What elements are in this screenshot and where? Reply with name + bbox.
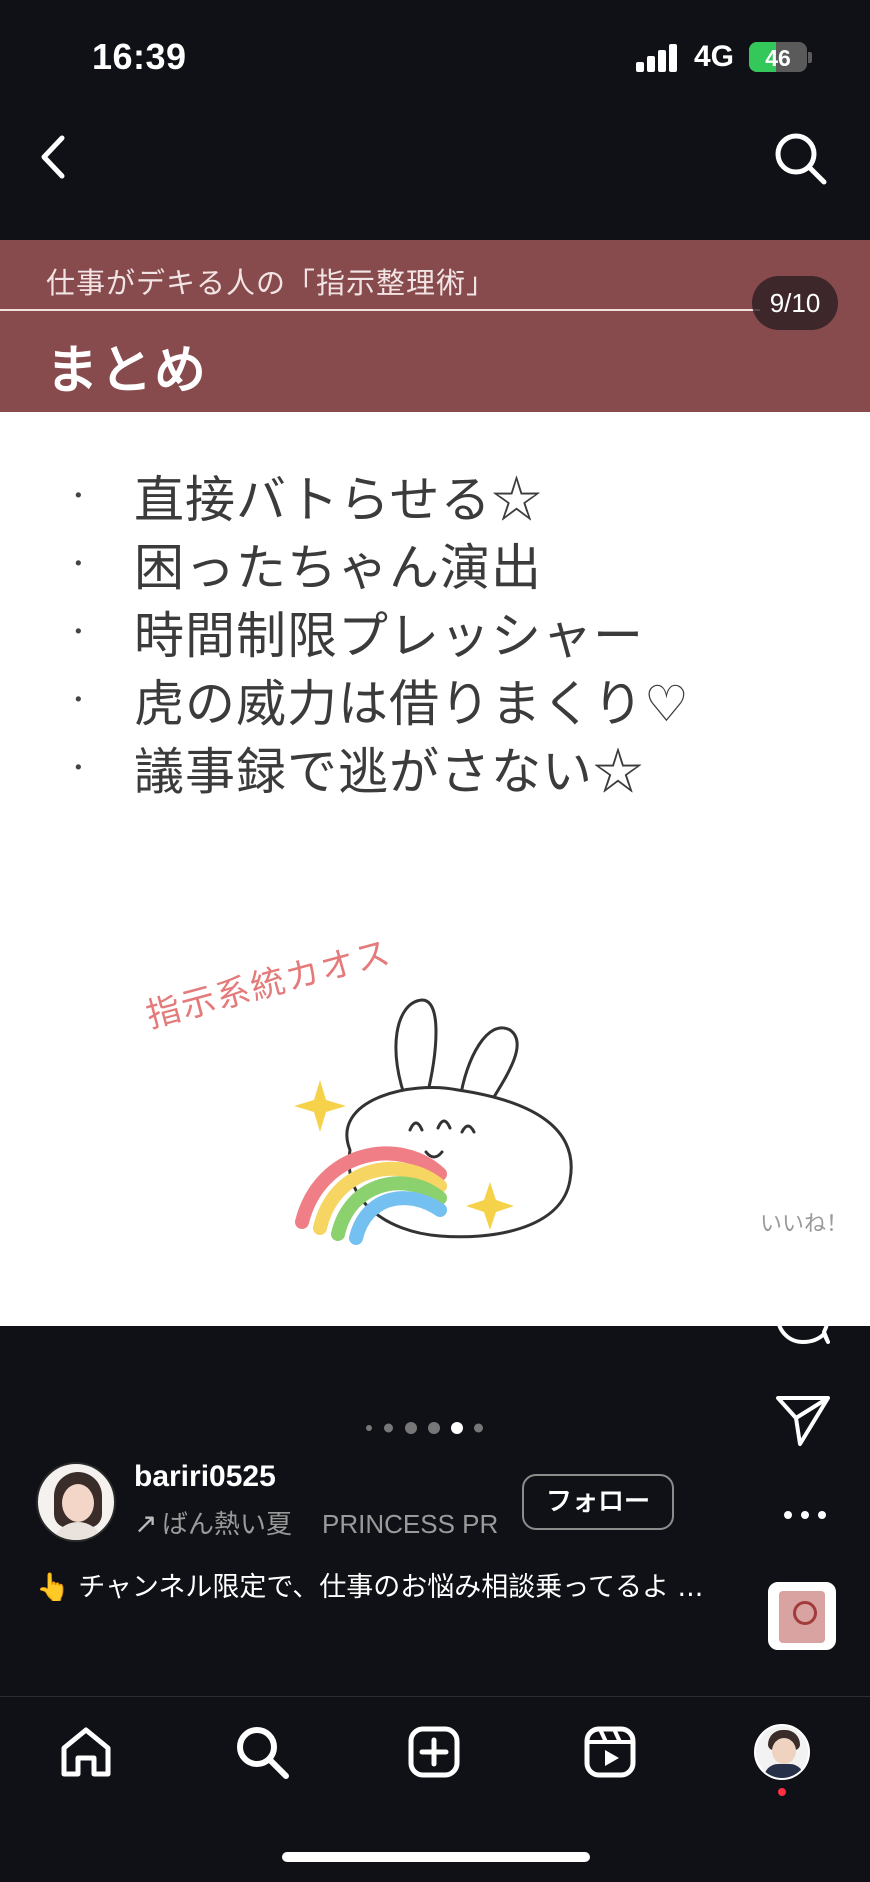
carousel-dot xyxy=(474,1423,483,1433)
list-item: · 困ったちゃん演出 xyxy=(72,530,862,598)
list-item-text: 困ったちゃん演出 xyxy=(134,539,542,597)
heart-icon xyxy=(770,1130,832,1184)
post-image[interactable]: 仕事がデキる人の「指示整理術」 まとめ 9/10 · 直接バトらせる☆ · 困ったち… xyxy=(0,240,870,1326)
author-avatar[interactable] xyxy=(36,1462,116,1542)
status-time: 16:39 xyxy=(92,36,187,77)
audio-info[interactable]: ↗ ばん熱い夏 PRINCESS PR xyxy=(134,1504,498,1541)
tab-reels[interactable] xyxy=(580,1722,640,1782)
comment-icon xyxy=(776,1290,830,1344)
arrow-icon: ↗ xyxy=(134,1507,158,1540)
reels-icon xyxy=(584,1726,636,1778)
back-button[interactable] xyxy=(32,130,76,184)
list-item-text: 時間制限プレッシャー xyxy=(134,607,644,665)
bullet-dot: · xyxy=(72,677,86,723)
carousel-indicator xyxy=(364,1420,494,1436)
bullet-dot: · xyxy=(72,609,86,655)
list-item: · 時間制限プレッシャー xyxy=(72,598,862,666)
like-label: いいね！ xyxy=(760,1212,849,1237)
home-indicator[interactable] xyxy=(282,1852,590,1862)
search-icon xyxy=(237,1727,289,1779)
author-username[interactable]: bariri0525 xyxy=(134,1460,276,1494)
carousel-dot xyxy=(428,1422,440,1434)
list-item-text: 議事録で逃がさない☆ xyxy=(134,743,644,801)
more-dots-icon xyxy=(784,1511,826,1519)
tab-search[interactable] xyxy=(232,1722,292,1782)
more-options-button[interactable] xyxy=(780,1500,830,1530)
follow-button[interactable]: フォロー xyxy=(522,1474,674,1530)
post-header-banner: 仕事がデキる人の「指示整理術」 まとめ 9/10 xyxy=(0,240,870,412)
list-item: · 虎の威力は借りまくり♡ xyxy=(72,666,862,734)
list-item: · 議事録で逃がさない☆ xyxy=(72,734,862,802)
home-icon xyxy=(61,1727,111,1777)
list-item-text: 虎の威力は借りまくり♡ xyxy=(134,675,690,733)
share-button[interactable] xyxy=(774,1392,832,1448)
bullet-dot: · xyxy=(72,745,86,791)
audio-track-1: ばん熱い夏 xyxy=(162,1510,293,1540)
list-item-text: 直接バトらせる☆ xyxy=(134,471,543,529)
like-button[interactable] xyxy=(768,1128,834,1188)
tab-create[interactable] xyxy=(404,1722,464,1782)
notification-dot xyxy=(778,1788,786,1796)
chevron-left-icon xyxy=(41,135,65,179)
battery-icon: 46 xyxy=(749,42,807,72)
bullet-dot: · xyxy=(72,473,86,519)
audio-track-2: PRINCESS PR xyxy=(322,1509,499,1539)
comment-button[interactable] xyxy=(774,1288,832,1346)
bullet-dot: · xyxy=(72,541,86,587)
rabbit-rainbow-illustration xyxy=(294,998,573,1245)
carousel-dot-active xyxy=(451,1422,463,1434)
carousel-dot xyxy=(366,1425,372,1431)
audio-cover-art xyxy=(779,1591,825,1643)
tab-home[interactable] xyxy=(56,1722,116,1782)
search-button[interactable] xyxy=(770,130,830,186)
battery-level: 46 xyxy=(765,45,791,71)
search-icon xyxy=(775,133,827,185)
send-icon xyxy=(776,1396,830,1446)
summary-list: · 直接バトらせる☆ · 困ったちゃん演出 · 時間制限プレッシャー · 虎の威力は借り… xyxy=(72,462,862,802)
header-divider xyxy=(0,309,760,311)
network-type: 4G xyxy=(694,40,735,73)
audio-thumbnail[interactable] xyxy=(768,1582,836,1650)
post-title: まとめ xyxy=(46,340,209,401)
list-item: · 直接バトらせる☆ xyxy=(72,462,862,530)
post-caption[interactable]: 👆 チャンネル限定で、仕事のお悩み相談乗ってるよ ... xyxy=(36,1566,736,1610)
tab-profile-avatar[interactable] xyxy=(754,1724,810,1780)
post-subtitle: 仕事がデキる人の「指示整理術」 xyxy=(46,266,497,300)
carousel-dot xyxy=(405,1422,417,1434)
create-icon xyxy=(408,1726,460,1778)
carousel-dot xyxy=(384,1423,393,1433)
cellular-signal-icon xyxy=(636,42,680,72)
battery-cap xyxy=(808,52,812,63)
page-counter: 9/10 xyxy=(752,276,838,330)
